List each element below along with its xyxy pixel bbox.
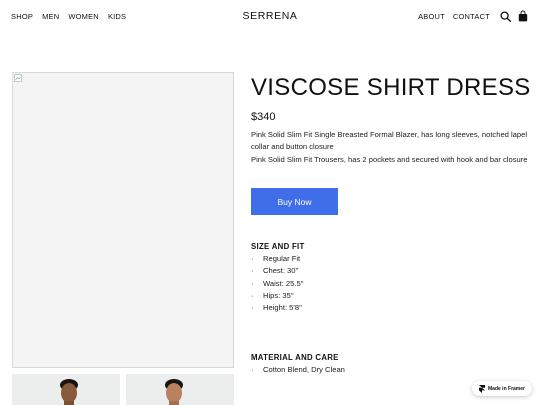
description-line: Pink Solid Slim Fit Single Breasted Form… [251, 130, 528, 152]
product-title: VISCOSE SHIRT DRESS [251, 74, 531, 101]
model-photo [126, 374, 234, 405]
list-item: · Regular Fit [251, 253, 304, 265]
framer-badge-label: Made in Framer [488, 385, 525, 392]
product-thumbnail[interactable] [126, 374, 234, 405]
list-item-text: Regular Fit [263, 254, 301, 263]
buy-now-button[interactable]: Buy Now [251, 188, 338, 215]
product-main-image [12, 72, 234, 368]
shopping-bag-icon[interactable] [518, 10, 528, 22]
material-care-heading: MATERIAL AND CARE [251, 353, 339, 362]
framer-logo-icon [479, 384, 486, 393]
size-fit-heading: SIZE AND FIT [251, 242, 305, 251]
product-thumbnail[interactable] [12, 374, 120, 405]
list-item: · Waist: 25.5'' [251, 278, 304, 290]
list-item: · Height: 5'8'' [251, 302, 304, 314]
list-item-text: Chest: 30'' [263, 266, 299, 276]
made-in-framer-badge[interactable]: Made in Framer [472, 381, 532, 396]
list-item-text: Waist: 25.5'' [263, 278, 304, 288]
nav-right-links: ABOUT CONTACT [418, 12, 490, 21]
list-item-text: Height: 5'8'' [263, 303, 302, 313]
nav-link-contact[interactable]: CONTACT [453, 12, 490, 21]
model-photo [12, 374, 120, 405]
product-price: $340 [251, 111, 276, 123]
broken-image-icon [14, 74, 22, 82]
material-care-list: · Cotton Blend, Dry Clean [251, 364, 345, 376]
nav-link-about[interactable]: ABOUT [418, 12, 445, 21]
list-item: · Cotton Blend, Dry Clean [251, 364, 345, 376]
product-description: Pink Solid Slim Fit Single Breasted Form… [251, 129, 531, 166]
top-nav: SHOP MEN WOMEN KIDS SERRENA ABOUT CONTAC… [0, 0, 540, 34]
description-line: Pink Solid Slim Fit Trousers, has 2 pock… [251, 154, 528, 164]
list-item-text: Hips: 35'' [263, 290, 294, 300]
list-item: · Chest: 30'' [251, 265, 304, 277]
search-icon[interactable] [500, 11, 511, 22]
list-item-text: Cotton Blend, Dry Clean [263, 365, 345, 374]
size-fit-list: · Regular Fit · Chest: 30'' · Waist: 25.5''… [251, 253, 304, 314]
list-item: · Hips: 35'' [251, 290, 304, 302]
